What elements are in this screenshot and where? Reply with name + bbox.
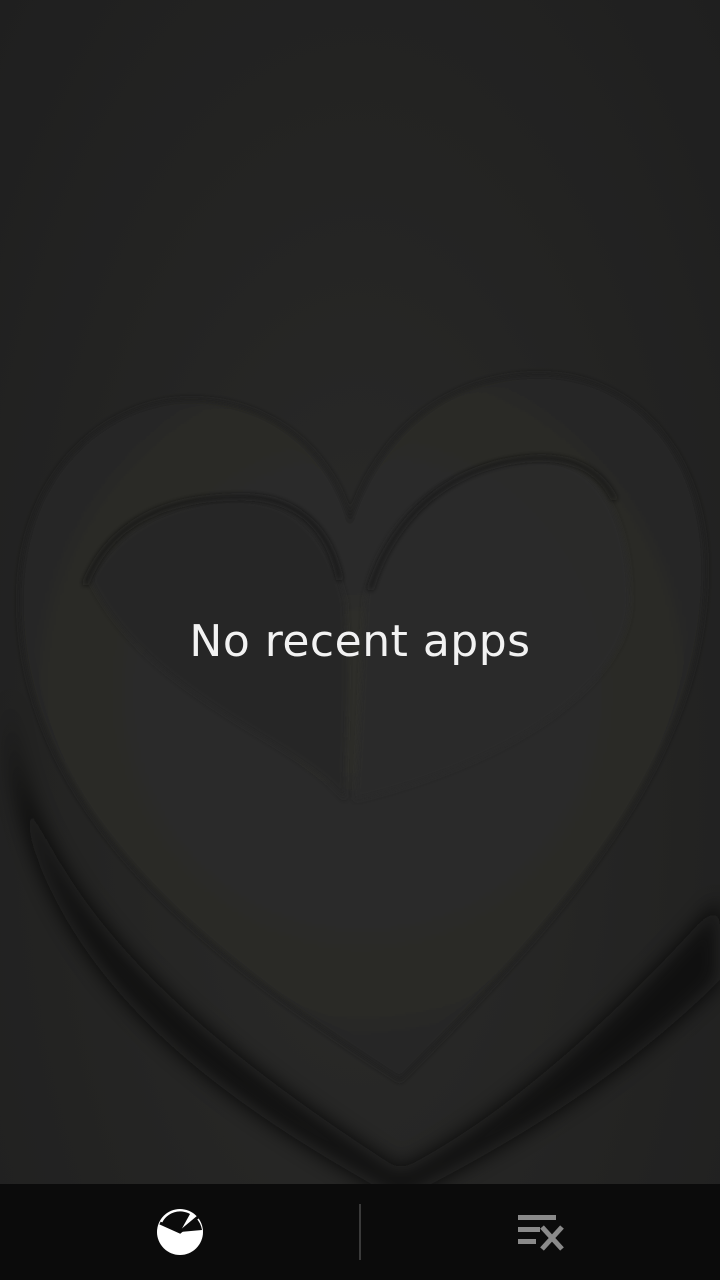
clear-all-button[interactable]	[361, 1184, 720, 1280]
bottom-action-bar	[0, 1184, 720, 1280]
task-manager-button[interactable]	[0, 1184, 359, 1280]
task-manager-pie-icon	[156, 1209, 203, 1255]
empty-state-message: No recent apps	[189, 616, 531, 667]
heart-wallpaper	[9, 373, 720, 1184]
recent-apps-screen: No recent apps	[0, 0, 720, 1280]
clear-all-icon	[517, 1215, 564, 1251]
